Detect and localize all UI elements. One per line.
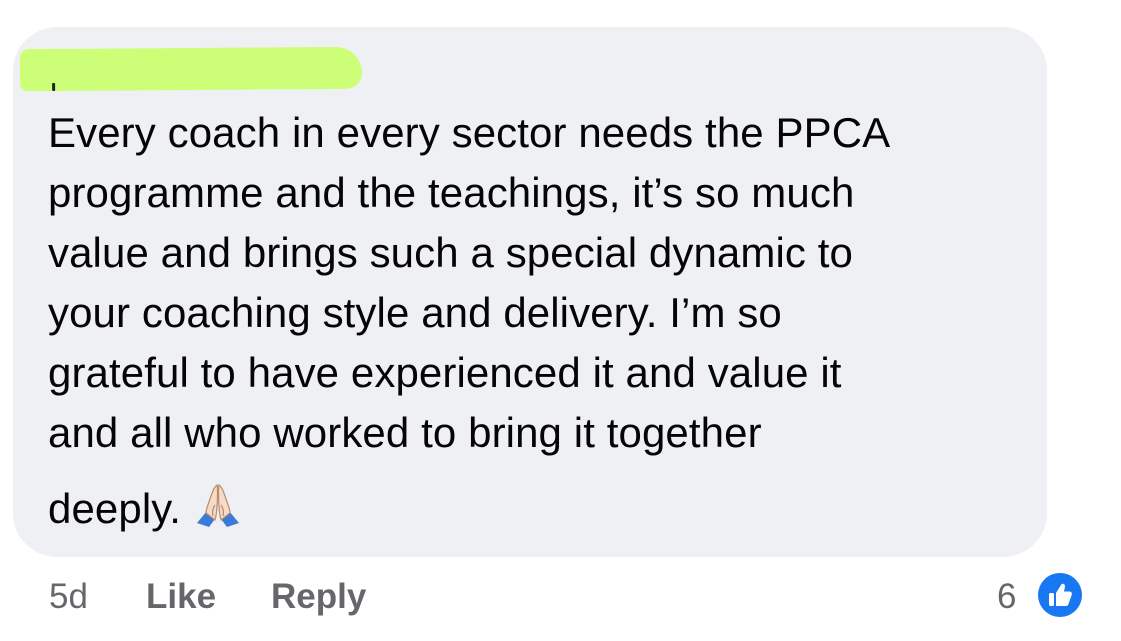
reply-button[interactable]: Reply bbox=[271, 576, 366, 618]
author-name-redaction bbox=[19, 46, 363, 92]
like-button[interactable]: Like bbox=[146, 576, 216, 618]
folded-hands-icon bbox=[193, 481, 243, 529]
comment-text-line: deeply. bbox=[48, 485, 182, 532]
reaction-count[interactable]: 6 bbox=[997, 576, 1016, 618]
comment-text-line: programme and the teachings, it’s so muc… bbox=[48, 169, 855, 216]
comment-text-line: and all who worked to bring it together bbox=[48, 409, 762, 456]
comment-text: Every coach in every sector needs the PP… bbox=[48, 103, 1028, 539]
comment-text-line: Every coach in every sector needs the PP… bbox=[48, 109, 891, 156]
comment-text-line: value and brings such a special dynamic … bbox=[48, 229, 853, 276]
comment-text-line: your coaching style and delivery. I’m so bbox=[48, 289, 782, 336]
comment-text-last-line: deeply. bbox=[48, 479, 1028, 539]
like-thumb-icon[interactable] bbox=[1034, 569, 1086, 621]
comment-text-line: grateful to have experienced it and valu… bbox=[48, 349, 842, 396]
comment-timestamp[interactable]: 5d bbox=[49, 576, 88, 618]
